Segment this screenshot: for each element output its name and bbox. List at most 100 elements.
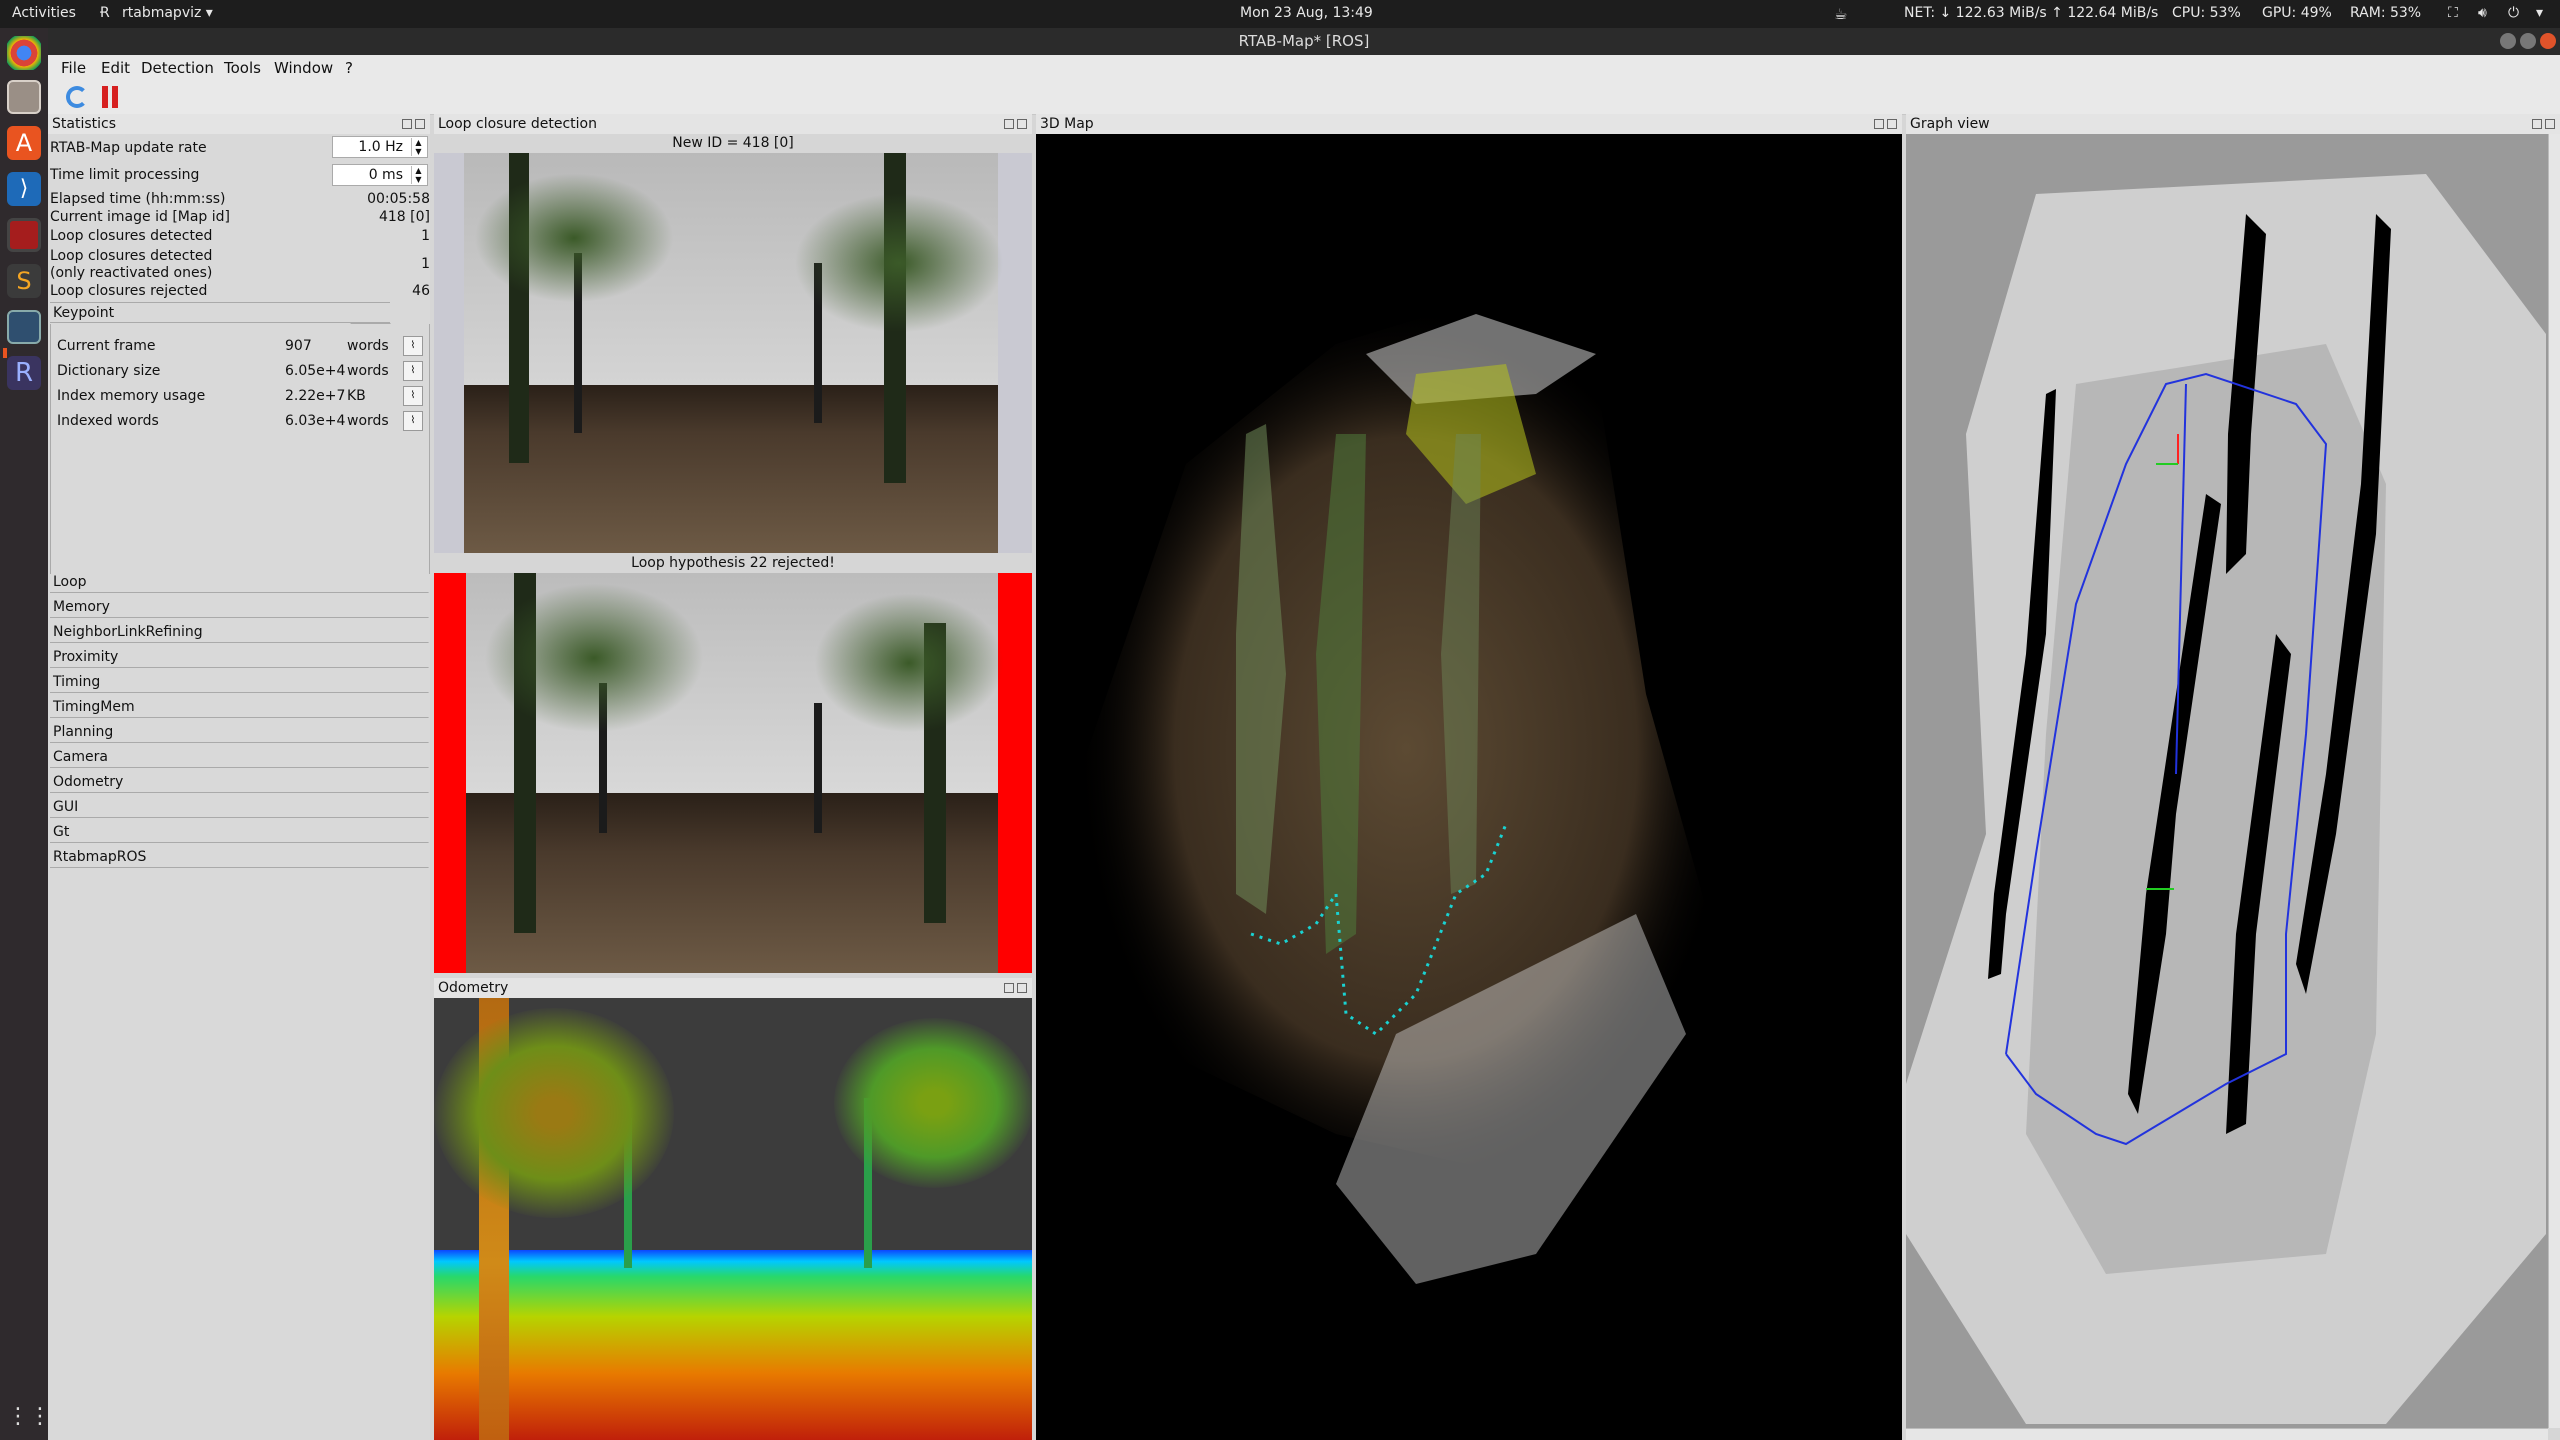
map3d-dock-title[interactable]: 3D Map: [1036, 114, 1902, 134]
menu-help[interactable]: ?: [345, 59, 353, 77]
group-tab-gui[interactable]: GUI: [50, 797, 428, 818]
group-tab-gt[interactable]: Gt: [50, 822, 428, 843]
stat-label: Loop closures detected: [50, 248, 213, 264]
stat-row: Current image id [Map id] 418 [0]: [50, 209, 430, 225]
file-manager-icon[interactable]: [7, 80, 41, 114]
system-monitor-icon[interactable]: [7, 310, 41, 344]
keypoint-name: Current frame: [57, 338, 156, 354]
close-dock-icon[interactable]: [2545, 119, 2555, 129]
stat-value: 418 [0]: [378, 209, 430, 225]
refresh-icon[interactable]: [66, 86, 88, 108]
group-tab-rtabmapros[interactable]: RtabmapROS: [50, 847, 428, 868]
map3d-view[interactable]: [1036, 134, 1902, 1440]
group-tab-keypoint[interactable]: Keypoint: [50, 302, 390, 323]
float-dock-icon[interactable]: [1004, 983, 1014, 993]
group-tab-timing[interactable]: Timing: [50, 672, 428, 693]
network-icon[interactable]: ⛶: [2448, 5, 2458, 21]
new-image-view[interactable]: [434, 153, 1032, 553]
chrome-icon[interactable]: [7, 36, 41, 70]
loop-closure-dock-title[interactable]: Loop closure detection: [434, 114, 1032, 134]
net-monitor[interactable]: NET: ↓ 122.63 MiB/s ↑ 122.64 MiB/s: [1904, 5, 2158, 21]
group-tab-memory[interactable]: Memory: [50, 597, 428, 618]
graph-vertical-scrollbar[interactable]: [2548, 134, 2560, 1428]
keypoint-value: 6.05e+4: [285, 363, 346, 379]
time-limit-spinbox[interactable]: 0 ms ▲ ▼: [332, 164, 428, 186]
menu-window[interactable]: Window: [274, 59, 333, 77]
keypoint-value: 6.03e+4: [285, 413, 346, 429]
window-title-bar[interactable]: RTAB-Map* [ROS]: [48, 28, 2560, 55]
group-label: GUI: [53, 799, 79, 815]
graph-view-canvas[interactable]: [1906, 134, 2548, 1428]
float-dock-icon[interactable]: [2532, 119, 2542, 129]
keypoint-row: Dictionary size 6.05e+4 words ⌇: [57, 361, 423, 383]
show-applications-grid-icon[interactable]: ⋮⋮: [7, 1400, 51, 1434]
keypoint-value: 907: [285, 338, 312, 354]
activities-button[interactable]: Activities: [12, 5, 76, 21]
group-tab-camera[interactable]: Camera: [50, 747, 428, 768]
pause-icon[interactable]: [100, 86, 120, 108]
vine-foliage: [484, 583, 704, 733]
close-button[interactable]: [2540, 33, 2556, 49]
terminal-icon[interactable]: [7, 218, 41, 252]
statistics-dock-title[interactable]: Statistics: [48, 114, 430, 134]
rtabmap-icon[interactable]: R: [7, 356, 41, 390]
float-dock-icon[interactable]: [1874, 119, 1884, 129]
cpu-monitor[interactable]: CPU: 53%: [2172, 5, 2241, 21]
maximize-button[interactable]: [2520, 33, 2536, 49]
plot-chart-icon[interactable]: ⌇: [403, 386, 423, 406]
statistics-title-label: Statistics: [52, 116, 116, 132]
time-limit-value: 0 ms: [368, 167, 403, 183]
close-dock-icon[interactable]: [415, 119, 425, 129]
group-tab-planning[interactable]: Planning: [50, 722, 428, 743]
float-dock-icon[interactable]: [402, 119, 412, 129]
float-dock-icon[interactable]: [1004, 119, 1014, 129]
plot-chart-icon[interactable]: ⌇: [403, 336, 423, 356]
app-menu[interactable]: rtabmapviz ▾: [122, 5, 213, 21]
plot-chart-icon[interactable]: ⌇: [403, 361, 423, 381]
occupancy-grid-render: [1906, 174, 2546, 1424]
odometry-view[interactable]: [434, 998, 1032, 1440]
menu-edit[interactable]: Edit: [101, 59, 130, 77]
keypoint-unit: words: [347, 363, 389, 379]
coffee-icon[interactable]: ☕: [1834, 5, 1847, 23]
update-rate-spinbox[interactable]: 1.0 Hz ▲ ▼: [332, 136, 428, 158]
power-icon[interactable]: ⏻: [2508, 5, 2519, 21]
group-label: Keypoint: [53, 305, 115, 321]
menu-detection[interactable]: Detection: [141, 59, 214, 77]
gpu-monitor[interactable]: GPU: 49%: [2262, 5, 2332, 21]
odometry-dock-title[interactable]: Odometry: [434, 978, 1032, 998]
close-dock-icon[interactable]: [1017, 119, 1027, 129]
group-tab-timingmem[interactable]: TimingMem: [50, 697, 428, 718]
menu-tools[interactable]: Tools: [224, 59, 261, 77]
spin-arrows-icon[interactable]: ▲ ▼: [411, 166, 425, 184]
loop-hypothesis-caption: Loop hypothesis 22 rejected!: [631, 555, 835, 571]
stat-label: Current image id [Map id]: [50, 209, 231, 225]
group-label: Gt: [53, 824, 70, 840]
spin-arrows-icon[interactable]: ▲ ▼: [411, 138, 425, 156]
minimize-button[interactable]: [2500, 33, 2516, 49]
close-dock-icon[interactable]: [1887, 119, 1897, 129]
volume-icon[interactable]: 🔊︎: [2478, 5, 2487, 21]
stat-label: Elapsed time (hh:mm:ss): [50, 191, 226, 207]
stat-label: Loop closures detected: [50, 228, 213, 244]
close-dock-icon[interactable]: [1017, 983, 1027, 993]
group-label: Loop: [53, 574, 87, 590]
vscode-icon[interactable]: ⟩: [7, 172, 41, 206]
depth-ground: [434, 1250, 1032, 1440]
ram-monitor[interactable]: RAM: 53%: [2350, 5, 2421, 21]
group-tab-proximity[interactable]: Proximity: [50, 647, 428, 668]
group-tab-neighborlinkrefining[interactable]: NeighborLinkRefining: [50, 622, 428, 643]
loop-image-view[interactable]: [434, 573, 1032, 973]
group-tab-loop[interactable]: Loop: [50, 572, 428, 593]
group-tab-odometry[interactable]: Odometry: [50, 772, 428, 793]
graph-horizontal-scrollbar[interactable]: [1906, 1428, 2548, 1440]
keypoint-unit: KB: [347, 388, 366, 404]
software-center-icon[interactable]: A: [7, 126, 41, 160]
graph-view-dock-title[interactable]: Graph view: [1906, 114, 2560, 134]
plot-chart-icon[interactable]: ⌇: [403, 411, 423, 431]
sublime-text-icon[interactable]: S: [7, 264, 41, 298]
clock[interactable]: Mon 23 Aug, 13:49: [1240, 5, 1373, 21]
menu-file[interactable]: File: [61, 59, 86, 77]
group-label: TimingMem: [53, 699, 135, 715]
system-menu-chevron-icon[interactable]: ▾: [2536, 5, 2543, 21]
